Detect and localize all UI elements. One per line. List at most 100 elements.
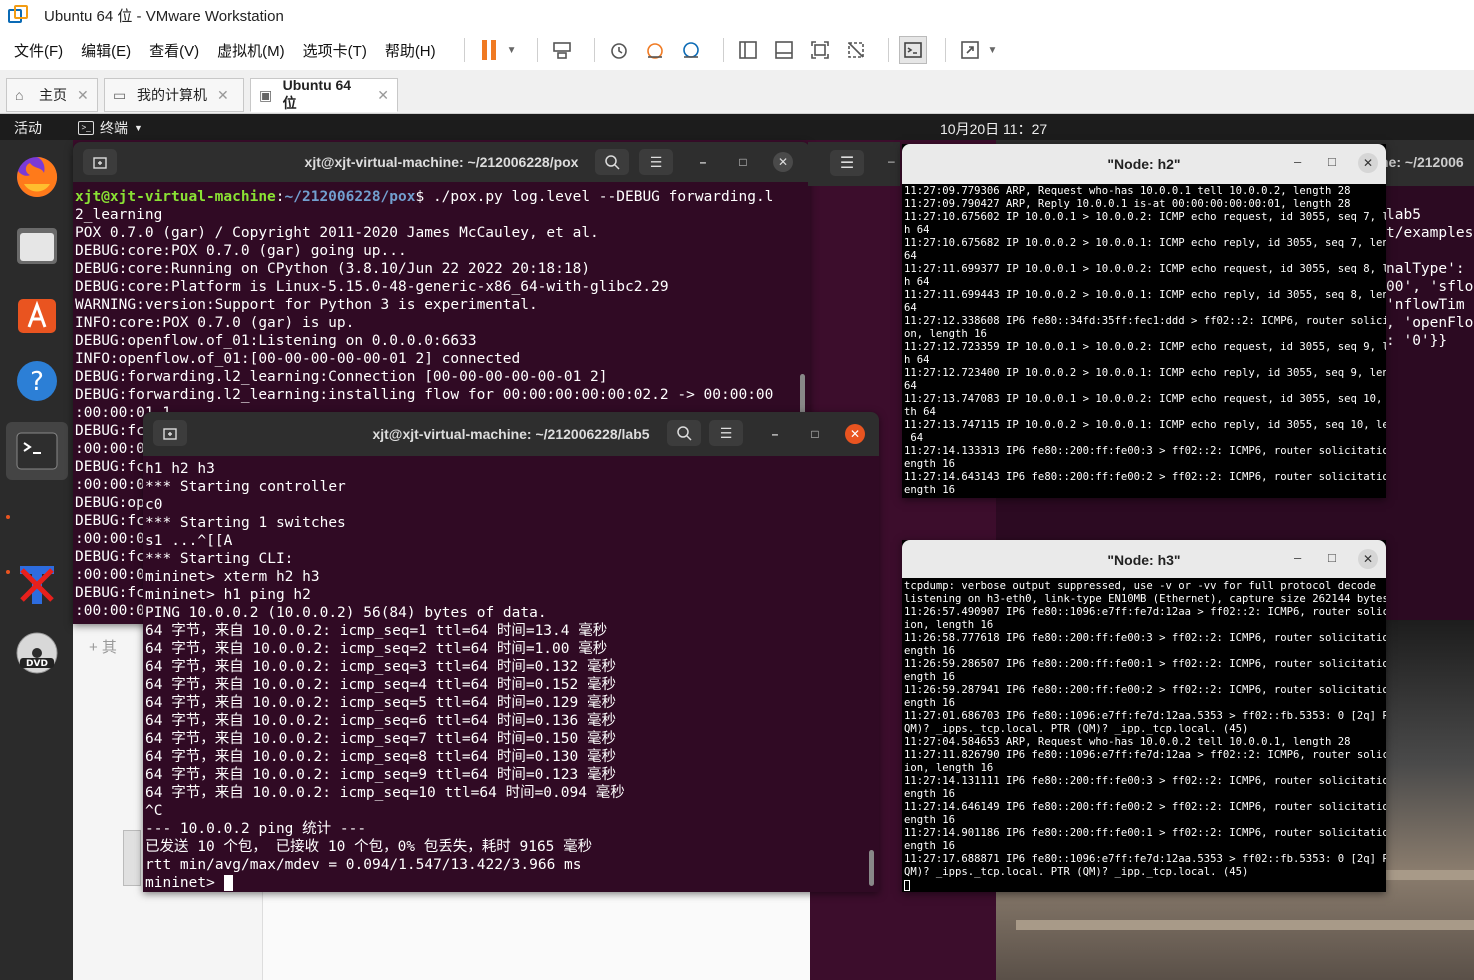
close-button[interactable]: ✕ — [773, 152, 793, 172]
pause-dropdown-icon[interactable]: ▼ — [507, 45, 517, 56]
close-icon[interactable]: ✕ — [77, 87, 89, 104]
running-indicator — [6, 515, 10, 519]
menu-vm[interactable]: 虚拟机(M) — [217, 40, 285, 61]
vm-icon: ▣ — [259, 86, 273, 103]
toolbar-separator — [463, 38, 465, 62]
show-library-button[interactable] — [734, 36, 762, 64]
computer-icon: ▭ — [113, 86, 127, 103]
node-h2-output[interactable]: 11:27:09.779306 ARP, Request who-has 10.… — [902, 185, 1386, 497]
menu-help[interactable]: 帮助(H) — [385, 40, 436, 61]
close-icon: ✕ — [1362, 552, 1374, 566]
send-ctrl-alt-del-button[interactable] — [548, 36, 576, 64]
close-icon: ✕ — [849, 427, 861, 441]
clock[interactable]: 10月20日 11：27 — [940, 119, 1047, 139]
minimize-button[interactable]: – — [765, 424, 785, 444]
home-icon: ⌂ — [15, 87, 24, 103]
minimize-icon: – — [771, 427, 779, 441]
node-h2-window[interactable]: "Node: h2" – □ ✕ 11:27:09.779306 ARP, Re… — [902, 144, 1386, 498]
tab-my-computer[interactable]: ▭ 我的计算机 ✕ — [104, 78, 244, 112]
toolbar-separator — [593, 38, 595, 62]
maximize-button[interactable]: □ — [1328, 550, 1336, 565]
maximize-button[interactable]: □ — [805, 424, 825, 444]
search-button[interactable] — [667, 420, 701, 446]
menu-tabs[interactable]: 选项卡(T) — [303, 40, 367, 61]
node-h3-window[interactable]: "Node: h3" – □ ✕ tcpdump: verbose output… — [902, 540, 1386, 892]
hamburger-menu-button[interactable]: ☰ — [709, 420, 743, 446]
pox-terminal-header: xjt@xjt-virtual-machine: ~/212006228/pox… — [73, 142, 810, 182]
hamburger-menu-button[interactable]: ☰ — [639, 149, 673, 175]
pause-icon — [481, 40, 496, 60]
snapshot-button[interactable] — [605, 36, 633, 64]
firefox-icon[interactable] — [12, 152, 62, 202]
minimize-icon[interactable]: – — [888, 154, 895, 168]
activities-button[interactable]: 活动 — [14, 118, 42, 138]
menu-edit[interactable]: 编辑(E) — [81, 40, 131, 61]
chevron-down-icon: ▼ — [134, 123, 143, 133]
minimize-button[interactable]: – — [1294, 550, 1301, 565]
stretch-guest-button[interactable] — [956, 36, 984, 64]
node-h3-title: "Node: h3" — [1107, 552, 1181, 568]
snapshot-manager-button[interactable] — [677, 36, 705, 64]
terminal-icon[interactable] — [6, 422, 68, 480]
maximize-icon: □ — [739, 155, 747, 169]
files-icon[interactable] — [12, 220, 62, 270]
console-icon — [903, 42, 922, 58]
text-cursor — [904, 879, 910, 891]
hamburger-icon: ☰ — [839, 155, 855, 172]
close-button[interactable]: ✕ — [1358, 153, 1378, 173]
minimize-button[interactable]: – — [693, 152, 713, 172]
tab-ubuntu[interactable]: ▣ Ubuntu 64 位 ✕ — [250, 77, 398, 112]
pause-button[interactable] — [475, 36, 503, 64]
mininet-terminal-output[interactable]: h1 h2 h3 *** Starting controller c0 *** … — [143, 460, 879, 892]
search-button[interactable] — [595, 149, 629, 175]
minimize-button[interactable]: – — [1294, 154, 1301, 169]
menu-file[interactable]: 文件(F) — [14, 40, 63, 61]
minimize-icon: – — [699, 155, 707, 169]
console-view-button[interactable] — [898, 36, 927, 64]
node-h3-header: "Node: h3" – □ ✕ — [902, 540, 1386, 578]
vmware-titlebar: Ubuntu 64 位 - VMware Workstation — [0, 0, 1474, 30]
mininet-terminal-window[interactable]: xjt@xjt-virtual-machine: ~/212006228/lab… — [143, 412, 879, 892]
close-icon[interactable]: ✕ — [217, 87, 229, 104]
hamburger-icon: ☰ — [649, 153, 663, 170]
hamburger-menu-button[interactable]: ☰ — [830, 150, 864, 176]
tab-label: 主页 — [39, 87, 67, 103]
maximize-button[interactable]: □ — [733, 152, 753, 172]
close-icon[interactable]: ✕ — [377, 87, 389, 104]
menu-view[interactable]: 查看(V) — [149, 40, 199, 61]
close-button[interactable]: ✕ — [1358, 549, 1378, 569]
ubuntu-dock: ? DVD — [0, 140, 73, 980]
help-icon[interactable]: ? — [12, 356, 62, 406]
running-indicator — [6, 570, 10, 574]
dvd-icon[interactable]: DVD — [12, 628, 62, 678]
window-title: Ubuntu 64 位 - VMware Workstation — [44, 7, 284, 25]
hidden-terminal-header: ☰ – — [808, 142, 900, 186]
text-cursor — [223, 875, 233, 891]
thumbnail-bar-button[interactable] — [770, 36, 798, 64]
file-manager-scroll — [123, 830, 141, 886]
file-manager-fragment: + 其 — [89, 639, 117, 656]
tab-label: Ubuntu 64 位 — [282, 77, 352, 111]
toolbar-separator — [722, 38, 724, 62]
revert-icon — [646, 43, 663, 59]
vmware-logo-icon — [8, 5, 28, 25]
search-icon — [605, 155, 620, 170]
revert-snapshot-button[interactable] — [641, 36, 669, 64]
app-menu[interactable]: >_ 终端 ▼ — [78, 118, 143, 138]
maximize-button[interactable]: □ — [1328, 154, 1336, 169]
stretch-dropdown-icon[interactable]: ▼ — [988, 45, 998, 56]
software-icon[interactable] — [12, 288, 62, 338]
node-h2-title: "Node: h2" — [1107, 156, 1181, 172]
full-screen-button[interactable] — [806, 36, 834, 64]
texmaker-icon[interactable] — [12, 560, 62, 610]
background-window-title: ne: ~/212006 — [1380, 154, 1464, 170]
keyboard-icon — [552, 42, 571, 59]
node-h3-output[interactable]: tcpdump: verbose output suppressed, use … — [902, 580, 1386, 892]
mininet-terminal-scrollbar[interactable] — [869, 850, 874, 886]
mininet-terminal-header: xjt@xjt-virtual-machine: ~/212006228/lab… — [143, 412, 879, 456]
unity-button[interactable] — [842, 36, 870, 64]
snapshot-manager-icon — [682, 42, 699, 58]
toolbar-separator — [536, 38, 538, 62]
tab-home[interactable]: ⌂ 主页 ✕ — [6, 78, 98, 112]
close-button[interactable]: ✕ — [845, 424, 865, 444]
